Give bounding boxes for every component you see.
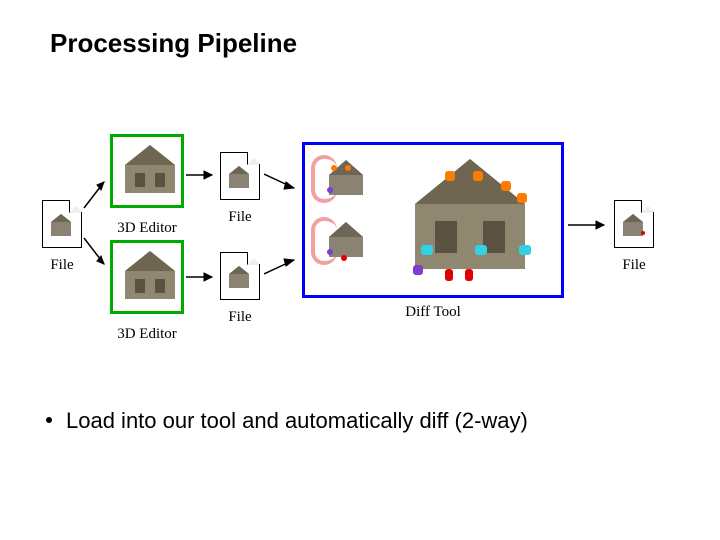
file-icon: [220, 152, 260, 200]
editor-box-icon: [110, 240, 184, 314]
label-diff-tool: Diff Tool: [302, 300, 564, 321]
diff-marker-red: [341, 255, 347, 261]
arrow-icon: [82, 236, 112, 270]
label-editor-bottom: 3D Editor: [110, 326, 184, 343]
label-file-top: File: [220, 209, 260, 226]
bullet-dot-icon: [46, 417, 52, 423]
diff-marker-purple: [413, 265, 423, 275]
diff-marker-red: [445, 269, 453, 281]
diff-marker-orange: [445, 171, 455, 181]
diff-marker-cyan: [475, 245, 487, 255]
diff-marker-orange: [473, 171, 483, 181]
diff-marker-orange: [331, 165, 337, 171]
diff-marker-red: [641, 231, 645, 235]
diff-marker-orange: [501, 181, 511, 191]
diff-marker-cyan: [421, 245, 433, 255]
label-editor-top: 3D Editor: [110, 220, 184, 237]
label-file-input: File: [42, 257, 82, 274]
arrow-icon: [186, 270, 220, 284]
file-icon: [220, 252, 260, 300]
arrow-icon: [264, 170, 302, 194]
bullet-text: Load into our tool and automatically dif…: [66, 408, 528, 434]
diff-marker-red: [465, 269, 473, 281]
node-diff-tool: [302, 142, 564, 298]
bullet-item: Load into our tool and automatically dif…: [46, 408, 528, 434]
slide-title: Processing Pipeline: [50, 28, 297, 59]
node-file-input: File: [42, 200, 82, 274]
node-editor-top: 3D Editor: [110, 134, 184, 237]
diff-marker-cyan: [519, 245, 531, 255]
node-file-top: File: [220, 152, 260, 226]
arrow-icon: [264, 254, 302, 278]
label-file-output: File: [614, 257, 654, 274]
file-icon: [614, 200, 654, 248]
diff-marker-orange: [517, 193, 527, 203]
pipeline-diagram: File 3D Editor: [42, 128, 672, 358]
file-icon: [42, 200, 82, 248]
arrow-icon: [82, 176, 112, 210]
editor-box-icon: [110, 134, 184, 208]
arrow-icon: [568, 218, 612, 232]
node-file-output: File: [614, 200, 654, 274]
diff-marker-purple: [327, 249, 333, 255]
node-file-bottom: File: [220, 252, 260, 326]
arrow-icon: [186, 168, 220, 182]
label-diff-tool-text: Diff Tool: [302, 304, 564, 321]
label-file-bottom: File: [220, 309, 260, 326]
diff-marker-orange: [345, 165, 351, 171]
diff-marker-purple: [327, 187, 333, 193]
node-editor-bottom: 3D Editor: [110, 240, 184, 343]
